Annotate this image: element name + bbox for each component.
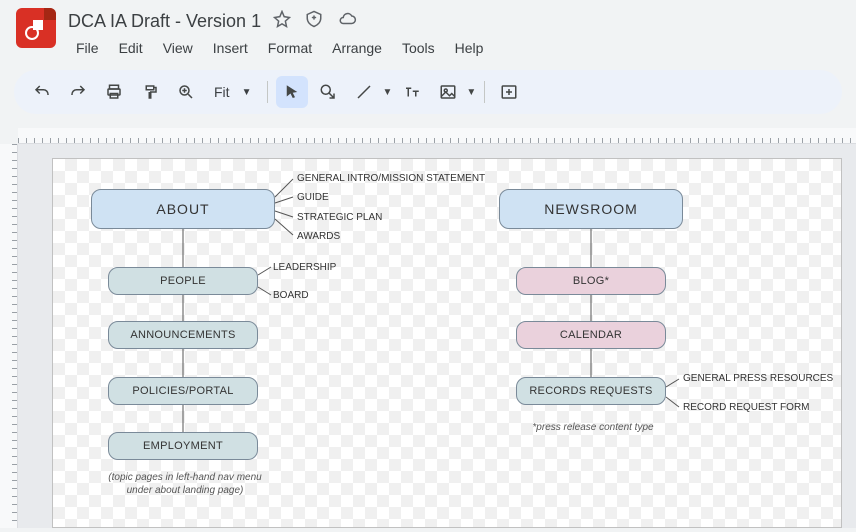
canvas[interactable]: ABOUT GENERAL INTRO/MISSION STATEMENT GU…: [18, 144, 856, 528]
menu-format[interactable]: Format: [260, 36, 320, 60]
move-icon[interactable]: [305, 10, 323, 33]
document-title[interactable]: DCA IA Draft - Version 1: [68, 11, 261, 32]
horizontal-ruler[interactable]: [18, 128, 856, 144]
node-records[interactable]: RECORDS REQUESTS: [516, 377, 666, 405]
node-label: CALENDAR: [560, 329, 622, 341]
annotation[interactable]: RECORD REQUEST FORM: [683, 402, 810, 413]
node-blog[interactable]: BLOG*: [516, 267, 666, 295]
undo-button[interactable]: [26, 76, 58, 108]
cloud-status-icon[interactable]: [337, 10, 357, 33]
chevron-down-icon: ▼: [242, 87, 252, 98]
page[interactable]: ABOUT GENERAL INTRO/MISSION STATEMENT GU…: [52, 158, 842, 528]
zoom-tool-button[interactable]: [170, 76, 202, 108]
redo-button[interactable]: [62, 76, 94, 108]
annotation[interactable]: AWARDS: [297, 231, 340, 242]
chevron-down-icon: ▼: [382, 87, 392, 98]
node-label: POLICIES/PORTAL: [132, 385, 233, 397]
app-icon[interactable]: [16, 8, 56, 48]
node-label: NEWSROOM: [544, 201, 638, 217]
node-label: ANNOUNCEMENTS: [130, 329, 235, 341]
menu-help[interactable]: Help: [447, 36, 492, 60]
annotation[interactable]: BOARD: [273, 290, 309, 301]
menu-view[interactable]: View: [155, 36, 201, 60]
chevron-down-icon: ▼: [466, 87, 476, 98]
menu-bar: File Edit View Insert Format Arrange Too…: [68, 36, 491, 60]
node-label: ABOUT: [156, 201, 209, 217]
annotation[interactable]: STRATEGIC PLAN: [297, 212, 382, 223]
node-label: BLOG*: [573, 275, 609, 287]
node-label: RECORDS REQUESTS: [529, 385, 652, 397]
annotation[interactable]: LEADERSHIP: [273, 262, 336, 273]
zoom-dropdown[interactable]: Fit ▼: [206, 84, 259, 100]
zoom-label: Fit: [214, 84, 230, 100]
shape-tool-button[interactable]: [312, 76, 344, 108]
menu-file[interactable]: File: [68, 36, 107, 60]
node-employment[interactable]: EMPLOYMENT: [108, 432, 258, 460]
vertical-ruler[interactable]: [0, 144, 18, 528]
node-label: EMPLOYMENT: [143, 440, 223, 452]
print-button[interactable]: [98, 76, 130, 108]
menu-tools[interactable]: Tools: [394, 36, 443, 60]
workspace: ABOUT GENERAL INTRO/MISSION STATEMENT GU…: [0, 128, 856, 528]
node-people[interactable]: PEOPLE: [108, 267, 258, 295]
star-icon[interactable]: [273, 10, 291, 33]
text-tool-button[interactable]: [396, 76, 428, 108]
toolbar: Fit ▼ ▼ ▼: [14, 70, 842, 114]
paint-format-button[interactable]: [134, 76, 166, 108]
toolbar-separator: [484, 81, 485, 103]
annotation[interactable]: GENERAL INTRO/MISSION STATEMENT: [297, 173, 485, 184]
image-tool-button[interactable]: ▼: [432, 76, 476, 108]
node-calendar[interactable]: CALENDAR: [516, 321, 666, 349]
footnote[interactable]: *press release content type: [503, 421, 683, 434]
node-label: PEOPLE: [160, 275, 206, 287]
annotation[interactable]: GUIDE: [297, 192, 329, 203]
node-policies[interactable]: POLICIES/PORTAL: [108, 377, 258, 405]
node-newsroom[interactable]: NEWSROOM: [499, 189, 683, 229]
comment-button[interactable]: [493, 76, 525, 108]
menu-edit[interactable]: Edit: [111, 36, 151, 60]
toolbar-separator: [267, 81, 268, 103]
line-tool-button[interactable]: ▼: [348, 76, 392, 108]
menu-insert[interactable]: Insert: [205, 36, 256, 60]
menu-arrange[interactable]: Arrange: [324, 36, 390, 60]
node-announcements[interactable]: ANNOUNCEMENTS: [108, 321, 258, 349]
footnote[interactable]: (topic pages in left-hand nav menu under…: [95, 471, 275, 497]
annotation[interactable]: GENERAL PRESS RESOURCES: [683, 373, 833, 384]
node-about[interactable]: ABOUT: [91, 189, 275, 229]
select-tool-button[interactable]: [276, 76, 308, 108]
